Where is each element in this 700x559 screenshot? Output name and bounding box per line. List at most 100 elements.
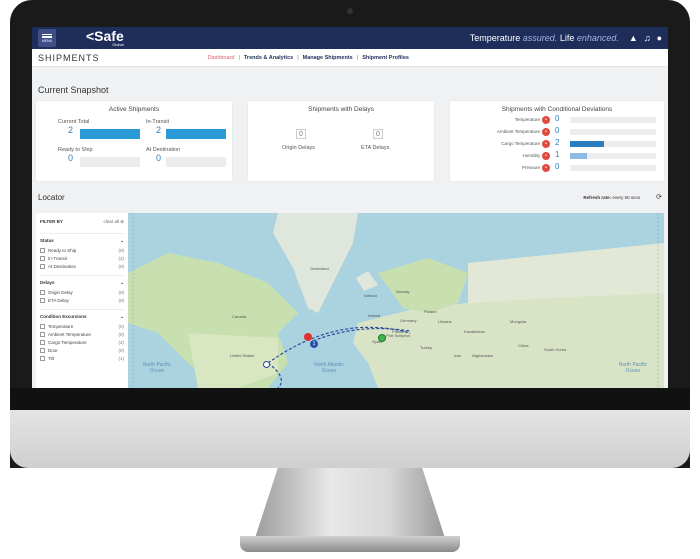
filter-option[interactable]: Temperature (0) (40, 324, 124, 329)
page-title: SHIPMENTS (38, 52, 100, 63)
map-label: Norway (396, 289, 410, 294)
map-label: Canada (232, 314, 247, 319)
deviation-row[interactable]: Cargo Temperature • 2 (450, 138, 664, 150)
filter-option[interactable]: Tilt (1) (40, 356, 124, 361)
nav-dashboard[interactable]: Dashboard (208, 55, 235, 61)
destination-bar (166, 157, 226, 167)
tagline-em: assured. (522, 33, 558, 43)
user-icon[interactable]: ● (657, 33, 662, 43)
ocean-label: North Atlantic Ocean (314, 362, 344, 374)
deviation-label: Pressure (521, 165, 540, 170)
filter-group-name: Delays (40, 280, 55, 285)
filter-option-count: (1) (118, 356, 125, 361)
tagline: Temperature assured. Life enhanced. (470, 33, 619, 43)
deviation-value: 0 (555, 114, 560, 123)
deviation-row[interactable]: Ambient Temperature • 0 (450, 126, 664, 138)
map-label: Kazakhstan (464, 329, 485, 334)
clear-all-text: clear all (103, 219, 119, 224)
checkbox[interactable] (40, 248, 45, 253)
deviation-bar (570, 153, 656, 159)
tagline-text: Temperature (469, 33, 523, 43)
filter-group-header[interactable]: Delays ⌄ (40, 275, 124, 286)
nav-separator: | (238, 54, 240, 61)
deviation-row[interactable]: Temperature • 0 (450, 114, 664, 126)
checkbox[interactable] (40, 348, 45, 353)
deviation-bar (570, 141, 656, 147)
clear-all-link[interactable]: clear all ⊗ (103, 219, 124, 225)
tagline-text: Life (557, 33, 577, 43)
filter-option[interactable]: ETA Delay (0) (40, 298, 124, 303)
filter-option-label: Origin Delay (48, 290, 73, 295)
checkbox[interactable] (40, 256, 45, 261)
filter-option[interactable]: Ready to Ship (0) (40, 248, 124, 253)
nav-profiles[interactable]: Shipment Profiles (362, 55, 409, 61)
metric-label: Current Total (58, 119, 90, 125)
bar-fill (166, 129, 226, 139)
warning-icon[interactable]: ▲ (629, 33, 638, 43)
deviation-row[interactable]: Humidity • 1 (450, 150, 664, 162)
eta-delay-value[interactable]: 0 (373, 129, 383, 139)
filter-option[interactable]: Cargo Temperature (2) (40, 340, 124, 345)
deviation-row[interactable]: Pressure • 0 (450, 162, 664, 174)
filter-option[interactable]: At Destination (0) (40, 264, 124, 269)
filter-by-label: FILTER BY (40, 219, 63, 224)
deviations-card: Shipments with Conditional Deviations Te… (450, 101, 664, 181)
filter-group-header[interactable]: Status ⌄ (40, 233, 124, 244)
checkbox[interactable] (40, 264, 45, 269)
map-label: Iran (454, 353, 461, 358)
sub-header: SHIPMENTS Dashboard | Trends & Analytics… (32, 49, 668, 67)
checkbox[interactable] (40, 356, 45, 361)
bar-fill (80, 129, 140, 139)
refresh-icon[interactable]: ⟳ (656, 193, 662, 201)
chevron-down-icon: ⌄ (120, 238, 124, 243)
filter-option-count: (0) (118, 332, 125, 337)
filter-option[interactable]: Door (0) (40, 348, 124, 353)
map-label: Greenland (310, 266, 329, 271)
logo-text: <Safe (86, 28, 124, 44)
checkbox[interactable] (40, 298, 45, 303)
deviation-bar (570, 129, 656, 135)
filter-option-count: (0) (118, 290, 125, 295)
checkbox[interactable] (40, 290, 45, 295)
filter-option-count: (2) (118, 256, 125, 261)
origin-delay-value[interactable]: 0 (296, 129, 306, 139)
deviation-value: 1 (555, 150, 560, 159)
filter-option[interactable]: Ambient Temperature (0) (40, 332, 124, 337)
active-shipments-card: Active Shipments Current Total 2 In-Tran… (36, 101, 232, 181)
filter-group-header[interactable]: Condition Excursions ⌄ (40, 309, 124, 320)
snapshot-title: Current Snapshot (38, 85, 109, 95)
origin-marker-icon[interactable] (263, 361, 270, 368)
shipment-map[interactable]: 1 Greenland Iceland Norway Canada United Sta… (128, 213, 664, 388)
metric-label: Ready to Ship (58, 147, 93, 153)
filter-option[interactable]: In-Transit (2) (40, 256, 124, 261)
deviation-value: 0 (555, 162, 560, 171)
cluster-marker[interactable]: 1 (310, 340, 318, 348)
ready-bar (80, 157, 140, 167)
filter-option-count: (0) (118, 298, 125, 303)
filter-option[interactable]: Origin Delay (0) (40, 290, 124, 295)
nav-trends[interactable]: Trends & Analytics (244, 55, 293, 61)
menu-button[interactable]: MENU (38, 29, 56, 47)
card-title: Shipments with Conditional Deviations (501, 106, 613, 113)
nav-separator: | (356, 54, 359, 61)
snapshot-cards: Active Shipments Current Total 2 In-Tran… (32, 101, 668, 181)
checkbox[interactable] (40, 332, 45, 337)
thermometer-icon: • (542, 152, 550, 160)
deviation-label: Cargo Temperature (501, 141, 540, 146)
bell-icon[interactable]: ♫ (644, 33, 651, 43)
current-total-bar (80, 129, 140, 139)
map-label: Ukraine (438, 319, 452, 324)
chevron-down-icon: ⌄ (120, 314, 124, 319)
nav-manage[interactable]: Manage Shipments (303, 55, 353, 61)
map-land (128, 213, 664, 388)
filter-group-name: Status (40, 238, 54, 243)
app-logo[interactable]: <Safe Global (86, 29, 124, 47)
top-bar: MENU <Safe Global Temperature assured. L… (32, 27, 668, 49)
checkbox[interactable] (40, 324, 45, 329)
deviation-label: Humidity (522, 153, 540, 158)
filter-option-count: (0) (118, 264, 125, 269)
map-label: United States (230, 353, 255, 358)
eta-delay-label: ETA Delays (361, 145, 390, 151)
logo-sub: Global (112, 42, 124, 47)
checkbox[interactable] (40, 340, 45, 345)
